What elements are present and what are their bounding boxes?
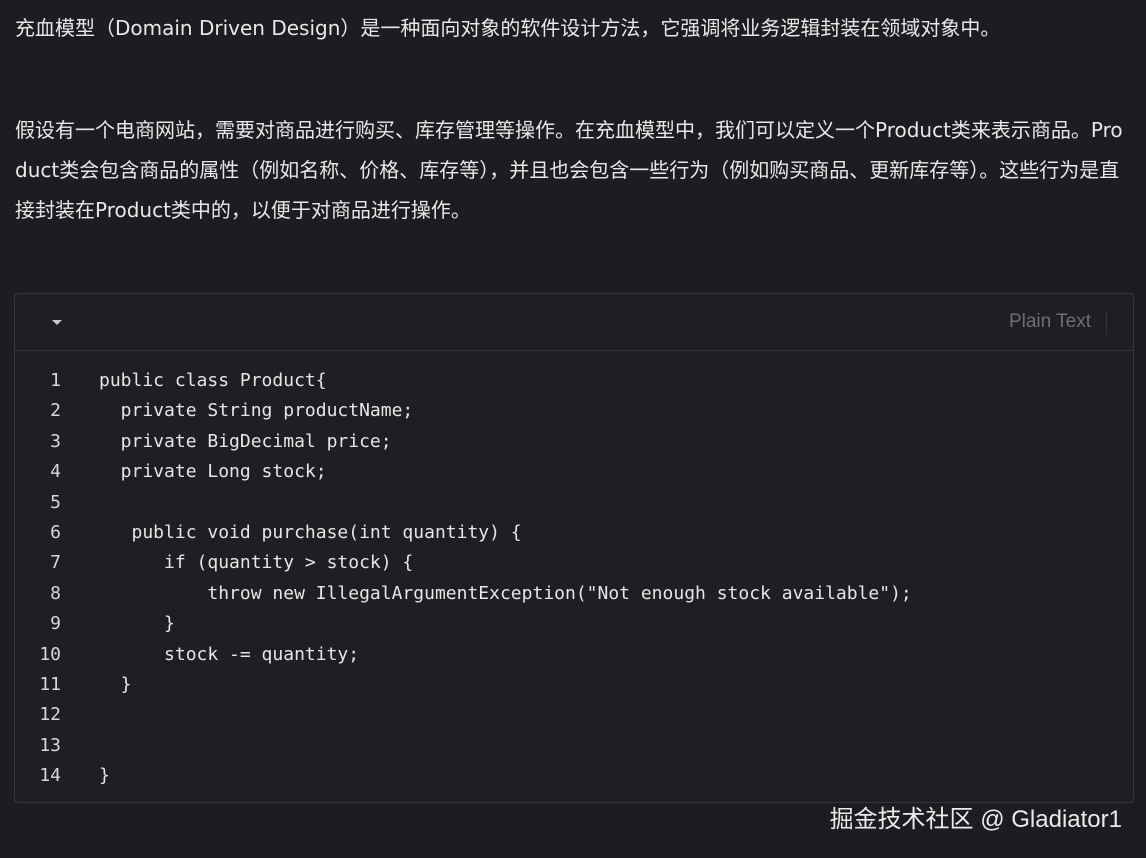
line-number: 10: [39, 643, 61, 665]
line-number: 1: [50, 370, 61, 391]
line-number: 3: [50, 430, 61, 452]
code-line: 7 if (quantity > stock) {: [15, 548, 1133, 578]
line-number: 6: [50, 521, 61, 543]
line-number: 5: [50, 491, 61, 513]
header-divider: [1106, 310, 1107, 334]
code-block: Plain Text 1 public class Product{ 2 priva…: [14, 293, 1134, 803]
line-content: throw new IllegalArgumentException("Not …: [99, 582, 912, 604]
code-line: 3 private BigDecimal price;: [15, 427, 1133, 457]
line-content: private Long stock;: [99, 461, 327, 483]
line-content: }: [99, 673, 132, 695]
line-number: 4: [50, 461, 61, 483]
code-line: 12: [15, 700, 1133, 730]
article-page: 充血模型（Domain Driven Design）是一种面向对象的软件设计方法…: [0, 0, 1146, 858]
intro-paragraph: 充血模型（Domain Driven Design）是一种面向对象的软件设计方法…: [15, 16, 1001, 40]
example-paragraph: 假设有一个电商网站，需要对商品进行购买、库存管理等操作。在充血模型中，我们可以定…: [15, 118, 1123, 222]
code-line: 1 public class Product{: [15, 366, 1133, 396]
code-line: 5: [15, 488, 1133, 518]
caret-down-icon[interactable]: [49, 314, 65, 330]
code-line: 6 public void purchase(int quantity) {: [15, 518, 1133, 548]
code-line: 14}: [15, 761, 1133, 791]
line-content: public class Product{: [99, 370, 327, 391]
code-line: 8 throw new IllegalArgumentException("No…: [15, 579, 1133, 609]
line-content: stock -= quantity;: [99, 643, 360, 665]
code-line: 9 }: [15, 609, 1133, 639]
line-content: private BigDecimal price;: [99, 430, 392, 452]
line-number: 8: [50, 582, 61, 604]
line-number: 9: [50, 613, 61, 635]
code-block-header: Plain Text: [15, 294, 1133, 351]
code-line: 11 }: [15, 670, 1133, 700]
code-line: 10 stock -= quantity;: [15, 640, 1133, 670]
line-number: 7: [50, 552, 61, 574]
language-selector[interactable]: Plain Text: [1009, 311, 1091, 333]
code-line: 13: [15, 731, 1133, 761]
code-body: 1 public class Product{ 2 private String p…: [15, 366, 1133, 791]
watermark: 掘金技术社区 @ Gladiator1: [829, 806, 1122, 833]
line-content: if (quantity > stock) {: [99, 552, 414, 574]
line-content: }: [99, 613, 175, 635]
line-number: 13: [39, 734, 61, 756]
line-content: private String productName;: [99, 400, 414, 422]
line-number: 12: [39, 704, 61, 726]
line-number: 2: [50, 400, 61, 422]
code-line: 2 private String productName;: [15, 396, 1133, 426]
line-number: 11: [39, 673, 61, 695]
line-number: 14: [39, 765, 61, 787]
line-content: }: [99, 765, 110, 787]
code-line: 4 private Long stock;: [15, 457, 1133, 487]
line-content: public void purchase(int quantity) {: [99, 521, 522, 543]
